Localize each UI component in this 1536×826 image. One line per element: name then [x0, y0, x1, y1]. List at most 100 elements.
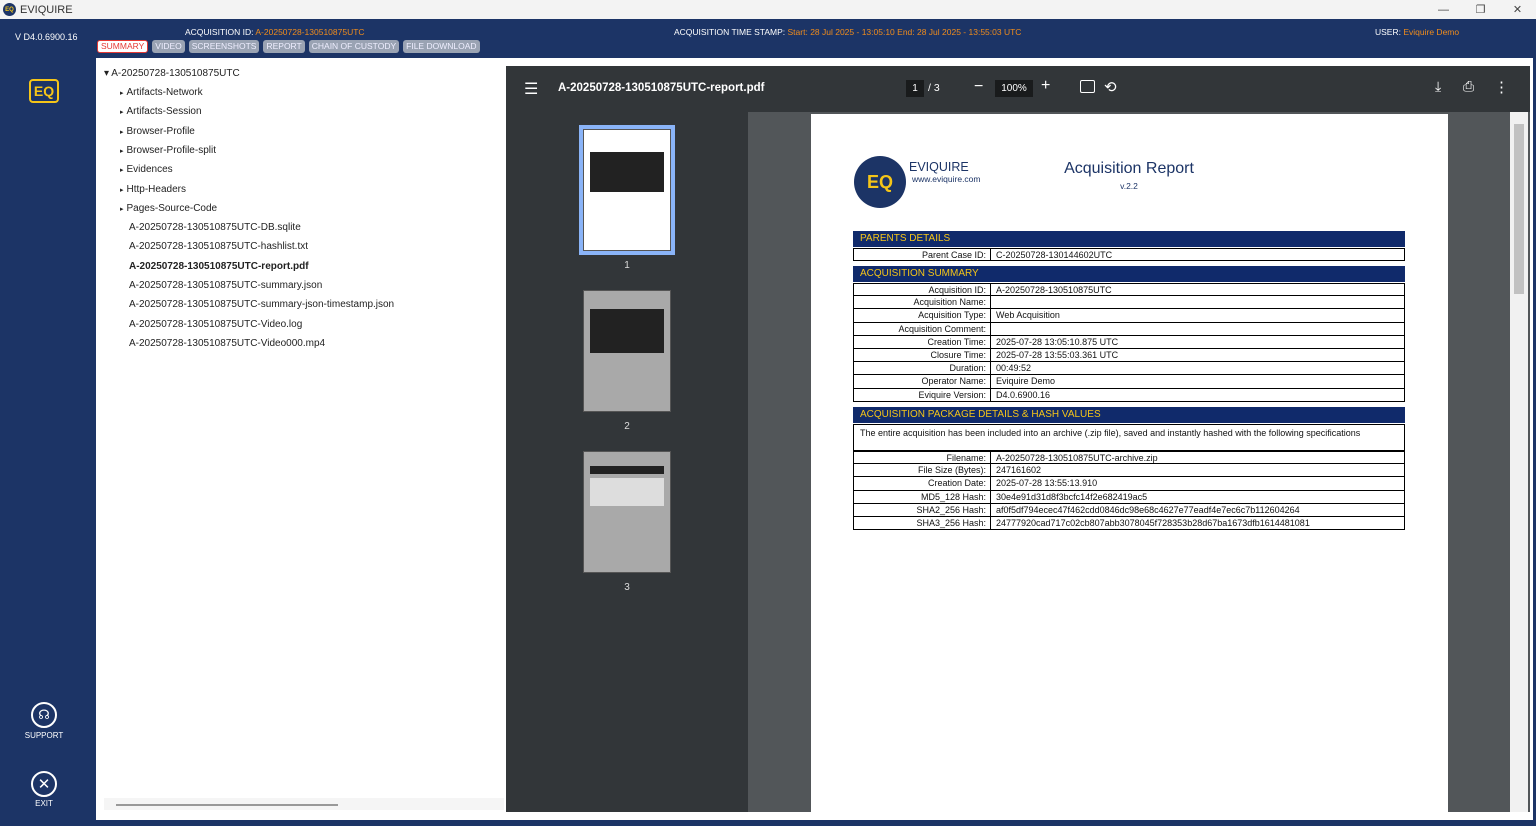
version-label: V D4.0.6900.16 — [15, 32, 78, 42]
report-row: Acquisition ID: A-20250728-130510875UTC — [853, 283, 1405, 297]
row-value: D4.0.6900.16 — [996, 389, 1051, 400]
row-value: 2025-07-28 13:05:10.875 UTC — [996, 336, 1119, 347]
zoom-out-button[interactable]: − — [974, 78, 983, 96]
scrollbar-thumb[interactable] — [1514, 124, 1524, 294]
zoom-in-button[interactable]: + — [1041, 77, 1050, 95]
more-options-icon[interactable]: ⋮ — [1494, 78, 1509, 96]
close-window-button[interactable]: ✕ — [1499, 0, 1536, 19]
thumbnail-panel: 1 2 3 — [506, 112, 748, 812]
support-button[interactable]: ☊ SUPPORT — [22, 702, 66, 740]
tree-folder-label: Evidences — [126, 164, 173, 176]
tab-video[interactable]: VIDEO — [152, 40, 185, 53]
thumbnail-number: 3 — [624, 582, 630, 593]
tab-summary[interactable]: SUMMARY — [97, 40, 149, 53]
report-brand: EVIQUIRE — [909, 160, 969, 174]
tree-file[interactable]: A-20250728-130510875UTC-hashlist.txt — [129, 241, 308, 252]
file-tree: ▾ A-20250728-130510875UTC ▸ Artifacts-Net… — [96, 58, 506, 820]
tab-chain-of-custody[interactable]: CHAIN OF CUSTODY — [308, 40, 400, 53]
tree-folder[interactable]: ▸ Artifacts-Session — [120, 106, 202, 117]
pdf-toolbar: ☰ A-20250728-130510875UTC-report.pdf 1 /… — [506, 66, 1530, 112]
timestamp-label: ACQUISITION TIME STAMP: — [674, 27, 786, 37]
thumbnail-number: 2 — [624, 421, 630, 432]
tab-report[interactable]: REPORT — [263, 40, 305, 53]
row-value: Eviquire Demo — [996, 376, 1056, 387]
report-row: Eviquire Version: D4.0.6900.16 — [853, 388, 1405, 402]
tree-file[interactable]: A-20250728-130510875UTC-summary-json-tim… — [129, 299, 394, 310]
menu-icon[interactable]: ☰ — [524, 79, 538, 99]
user-value: Eviquire Demo — [1403, 27, 1460, 37]
report-row: Creation Date: 2025-07-28 13:55:13.910 — [853, 477, 1405, 491]
download-icon[interactable]: ⤓ — [1435, 78, 1441, 95]
tree-folder[interactable]: ▸ Browser-Profile-split — [120, 145, 216, 156]
thumbnail-page-2[interactable] — [583, 290, 671, 412]
restore-button[interactable]: ❐ — [1462, 0, 1499, 19]
fit-page-icon[interactable] — [1080, 80, 1095, 93]
row-key: SHA2_256 Hash: — [854, 503, 991, 516]
report-row: Duration: 00:49:52 — [853, 362, 1405, 376]
minimize-button[interactable]: — — [1425, 0, 1462, 19]
window-title: EVIQUIRE — [20, 3, 73, 16]
page-number-input[interactable]: 1 — [906, 80, 924, 97]
row-value: C-20250728-130144602UTC — [996, 250, 1113, 260]
tree-folder[interactable]: ▸ Http-Headers — [120, 184, 186, 195]
expand-arrow-icon[interactable]: ▾ — [104, 68, 109, 79]
row-key: Acquisition Name: — [854, 296, 991, 309]
rotate-icon[interactable]: ⟲ — [1104, 78, 1117, 96]
tree-folder[interactable]: ▸ Evidences — [120, 164, 173, 175]
tree-root[interactable]: ▾ A-20250728-130510875UTC — [104, 68, 240, 79]
report-row: Acquisition Comment: — [853, 322, 1405, 336]
tab-screenshots[interactable]: SCREENSHOTS — [188, 40, 260, 53]
tree-file[interactable]: A-20250728-130510875UTC-Video000.mp4 — [129, 338, 325, 349]
thumbnail-page-3[interactable] — [583, 451, 671, 573]
expand-arrow-icon[interactable]: ▸ — [120, 187, 124, 194]
zoom-input[interactable]: 100% — [995, 80, 1033, 97]
tree-folder-label: Http-Headers — [126, 183, 186, 195]
tree-folder[interactable]: ▸ Browser-Profile — [120, 126, 195, 137]
report-row: Acquisition Type: Web Acquisition — [853, 309, 1405, 323]
expand-arrow-icon[interactable]: ▸ — [120, 129, 124, 136]
user-label: USER: — [1375, 27, 1401, 37]
tree-file[interactable]: A-20250728-130510875UTC-Video.log — [129, 319, 302, 330]
thumbnail-page-1[interactable] — [579, 125, 675, 255]
section-package: ACQUISITION PACKAGE DETAILS & HASH VALUE… — [853, 407, 1405, 423]
tab-file-download[interactable]: FILE DOWNLOAD — [403, 40, 480, 53]
vertical-scrollbar[interactable] — [1510, 112, 1528, 812]
report-row: MD5_128 Hash: 30e4e91d31d8f3bcfc14f2e6824… — [853, 490, 1405, 504]
timestamp-value: Start: 28 Jul 2025 - 13:05:10 End: 28 Ju… — [787, 27, 1022, 37]
row-key: File Size (Bytes): — [854, 464, 991, 477]
row-key: Creation Date: — [854, 477, 991, 490]
scrollbar-thumb[interactable] — [116, 804, 338, 806]
report-row: Parent Case ID: C-20250728-130144602UTC — [853, 248, 1405, 262]
print-icon[interactable]: ⎙ — [1463, 78, 1474, 95]
report-url: www.eviquire.com — [912, 174, 981, 184]
row-key: Eviquire Version: — [854, 388, 991, 401]
report-row: Acquisition Name: — [853, 296, 1405, 310]
tree-folder[interactable]: ▸ Artifacts-Network — [120, 87, 203, 98]
expand-arrow-icon[interactable]: ▸ — [120, 90, 124, 97]
acquisition-id-label: ACQUISITION ID: — [185, 27, 254, 37]
expand-arrow-icon[interactable]: ▸ — [120, 167, 124, 174]
tree-root-label: A-20250728-130510875UTC — [111, 68, 240, 79]
row-key: Parent Case ID: — [854, 249, 991, 261]
acquisition-id-value: A-20250728-130510875UTC — [255, 27, 365, 37]
tree-file[interactable]: A-20250728-130510875UTC-summary.json — [129, 280, 322, 291]
tree-file[interactable]: A-20250728-130510875UTC-report.pdf — [129, 261, 309, 272]
row-value: af0f5df794ecec47f462cdd0846dc98e68c4627e… — [996, 504, 1300, 515]
title-bar: EQ EVIQUIRE — ❐ ✕ — [0, 0, 1536, 19]
report-logo: EQ — [854, 156, 906, 208]
report-row: Filename: A-20250728-130510875UTC-archive… — [853, 451, 1405, 465]
eviquire-logo: EQ — [29, 79, 59, 103]
row-key: Acquisition ID: — [854, 284, 991, 296]
row-value: 2025-07-28 13:55:13.910 — [996, 478, 1098, 489]
horizontal-scrollbar[interactable] — [104, 798, 504, 810]
exit-button[interactable]: ✕ EXIT — [22, 771, 66, 808]
expand-arrow-icon[interactable]: ▸ — [120, 109, 124, 116]
expand-arrow-icon[interactable]: ▸ — [120, 206, 124, 213]
report-row: Operator Name: Eviquire Demo — [853, 375, 1405, 389]
tree-folder[interactable]: ▸ Pages-Source-Code — [120, 203, 217, 214]
expand-arrow-icon[interactable]: ▸ — [120, 148, 124, 155]
tree-file[interactable]: A-20250728-130510875UTC-DB.sqlite — [129, 222, 301, 233]
app-header: V D4.0.6900.16 ACQUISITION ID: A-2025072… — [0, 19, 1536, 59]
row-value: 00:49:52 — [996, 363, 1032, 374]
row-value: A-20250728-130510875UTC-archive.zip — [996, 453, 1158, 463]
